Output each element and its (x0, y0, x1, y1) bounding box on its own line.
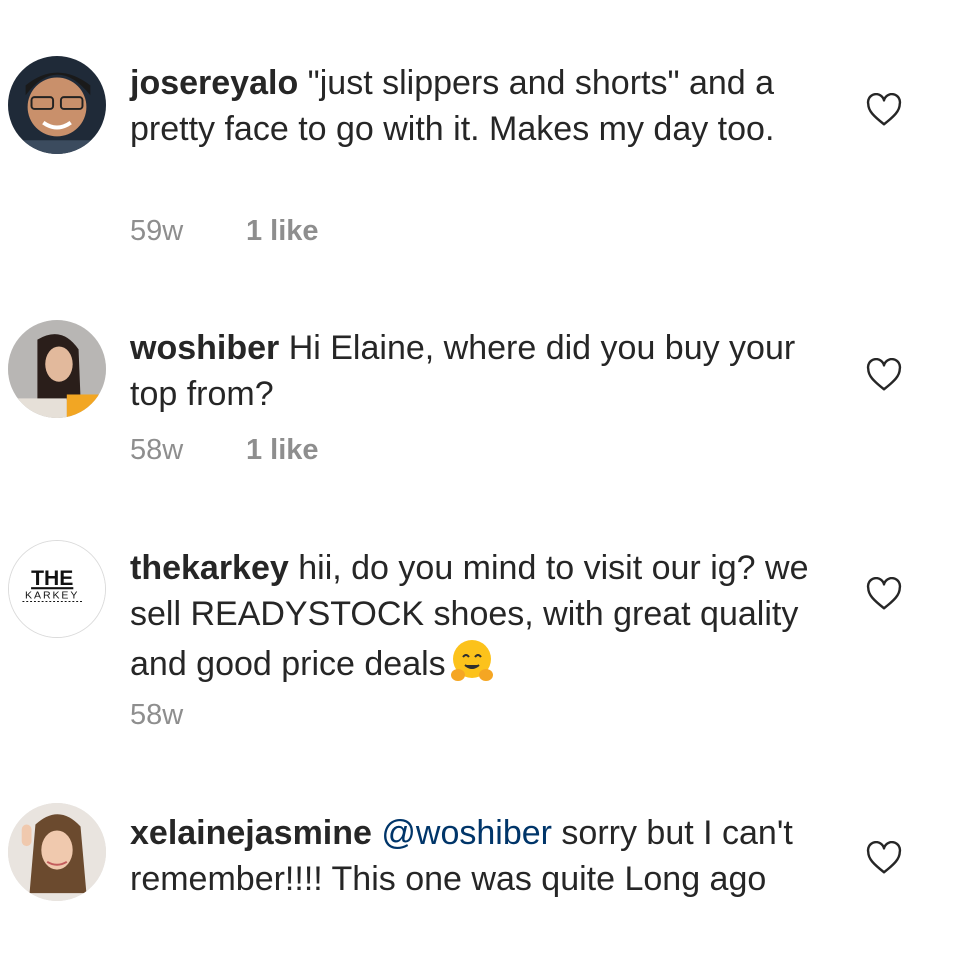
comment-meta: 58w 1 like (130, 434, 319, 467)
avatar-xelainejasmine[interactable] (8, 803, 106, 901)
comment-body: thekarkey hii, do you mind to visit our … (130, 545, 830, 687)
avatar-woshiber[interactable] (8, 320, 106, 418)
hugging-face-emoji (448, 637, 496, 685)
comment-username[interactable]: xelainejasmine (130, 814, 372, 852)
heart-icon[interactable] (866, 577, 902, 611)
comment-mention[interactable]: @woshiber (381, 814, 552, 852)
comment-body: xelainejasmine @woshiber sorry but I can… (130, 810, 830, 902)
thekarkey-logo: THE KARKEY (9, 541, 105, 637)
comment-time[interactable]: 58w (130, 699, 246, 732)
avatar-josereyalo[interactable] (8, 56, 106, 154)
avatar-image (8, 803, 106, 901)
comment-username[interactable]: josereyalo (130, 64, 298, 102)
heart-icon[interactable] (866, 841, 902, 875)
svg-text:KARKEY: KARKEY (25, 590, 79, 602)
comment-time[interactable]: 58w (130, 434, 246, 467)
comment-username[interactable]: thekarkey (130, 549, 289, 587)
comment-username[interactable]: woshiber (130, 329, 279, 367)
svg-text:THE: THE (31, 567, 73, 590)
comment-meta: 58w (130, 699, 246, 732)
heart-icon[interactable] (866, 93, 902, 127)
avatar-image (8, 56, 106, 154)
avatar-image (8, 320, 106, 418)
comment-body: josereyalo "just slippers and shorts" an… (130, 60, 830, 152)
comment-time[interactable]: 59w (130, 215, 246, 248)
comment-body: woshiber Hi Elaine, where did you buy yo… (130, 325, 830, 417)
avatar-thekarkey[interactable]: THE KARKEY (8, 540, 106, 638)
comment-likes[interactable]: 1 like (246, 434, 319, 467)
comment-likes[interactable]: 1 like (246, 215, 319, 248)
comment-meta: 59w 1 like (130, 215, 319, 248)
heart-icon[interactable] (866, 358, 902, 392)
